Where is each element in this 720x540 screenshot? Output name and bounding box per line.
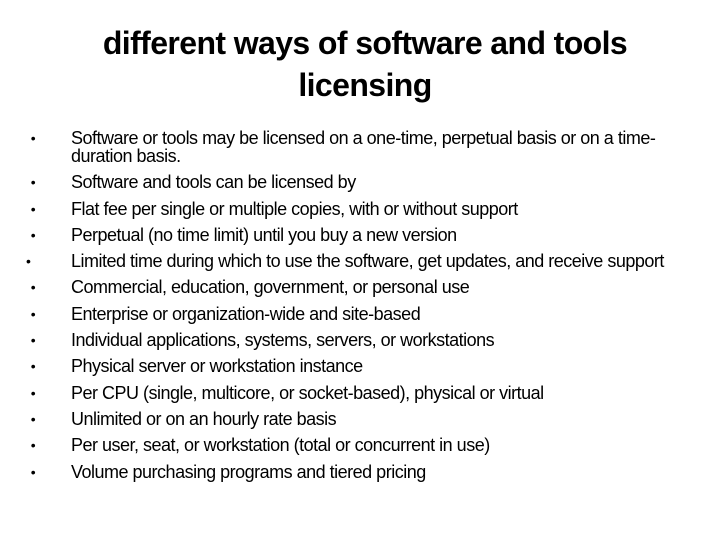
bullet-text: Perpetual (no time limit) until you buy … — [71, 224, 457, 245]
bullet-icon: • — [30, 437, 36, 454]
bullet-text: Flat fee per single or multiple copies, … — [71, 198, 518, 219]
bullet-item: • Enterprise or organization-wide and sit… — [26, 305, 680, 323]
bullet-item: • Software and tools can be licensed by — [26, 173, 680, 191]
bullet-icon: • — [30, 463, 36, 480]
bullet-icon: • — [30, 332, 36, 349]
bullet-icon: • — [30, 384, 36, 401]
bullet-icon: • — [30, 226, 36, 243]
bullet-item: • Software or tools may be licensed on a … — [26, 129, 680, 165]
bullet-item: • Physical server or workstation instance — [26, 357, 680, 375]
bullet-icon: • — [30, 410, 36, 427]
bullet-text: Software or tools may be licensed on a o… — [71, 128, 656, 166]
bullet-item: • Per user, seat, or workstation (total o… — [26, 436, 680, 454]
bullet-item: • Unlimited or on an hourly rate basis — [26, 410, 680, 428]
bullet-item: • Individual applications, systems, serve… — [26, 331, 680, 349]
bullet-item: • Commercial, education, government, or p… — [26, 278, 680, 296]
bullet-text: Unlimited or on an hourly rate basis — [71, 408, 337, 429]
slide: different ways of software and tools lic… — [0, 0, 720, 540]
bullet-icon: • — [26, 253, 31, 270]
bullet-icon: • — [30, 130, 36, 146]
bullet-text: Physical server or workstation instance — [71, 356, 363, 377]
bullet-icon: • — [30, 279, 36, 296]
bullet-icon: • — [30, 305, 36, 322]
bullet-text: Software and tools can be licensed by — [71, 172, 356, 193]
bullet-text: Volume purchasing programs and tiered pr… — [71, 461, 426, 482]
slide-title: different ways of software and tools lic… — [102, 25, 628, 103]
bullet-text: Per CPU (single, multicore, or socket-ba… — [71, 382, 544, 403]
bullet-item: • Per CPU (single, multicore, or socket-b… — [26, 384, 680, 402]
bullet-text: Individual applications, systems, server… — [71, 330, 495, 351]
bullet-item: • Perpetual (no time limit) until you buy… — [26, 226, 680, 244]
bullet-list: • Software or tools may be licensed on a … — [26, 129, 680, 489]
bullet-icon: • — [30, 174, 36, 191]
bullet-text: Limited time during which to use the sof… — [71, 251, 664, 272]
bullet-item: • Volume purchasing programs and tiered p… — [26, 463, 680, 481]
bullet-text: Commercial, education, government, or pe… — [71, 277, 470, 298]
bullet-item: • Flat fee per single or multiple copies,… — [26, 200, 680, 218]
bullet-item: • Limited time during which to use the so… — [26, 252, 680, 270]
bullet-icon: • — [30, 358, 36, 375]
bullet-text: Per user, seat, or workstation (total or… — [71, 435, 490, 456]
bullet-icon: • — [30, 200, 36, 217]
bullet-text: Enterprise or organization-wide and site… — [71, 303, 421, 324]
